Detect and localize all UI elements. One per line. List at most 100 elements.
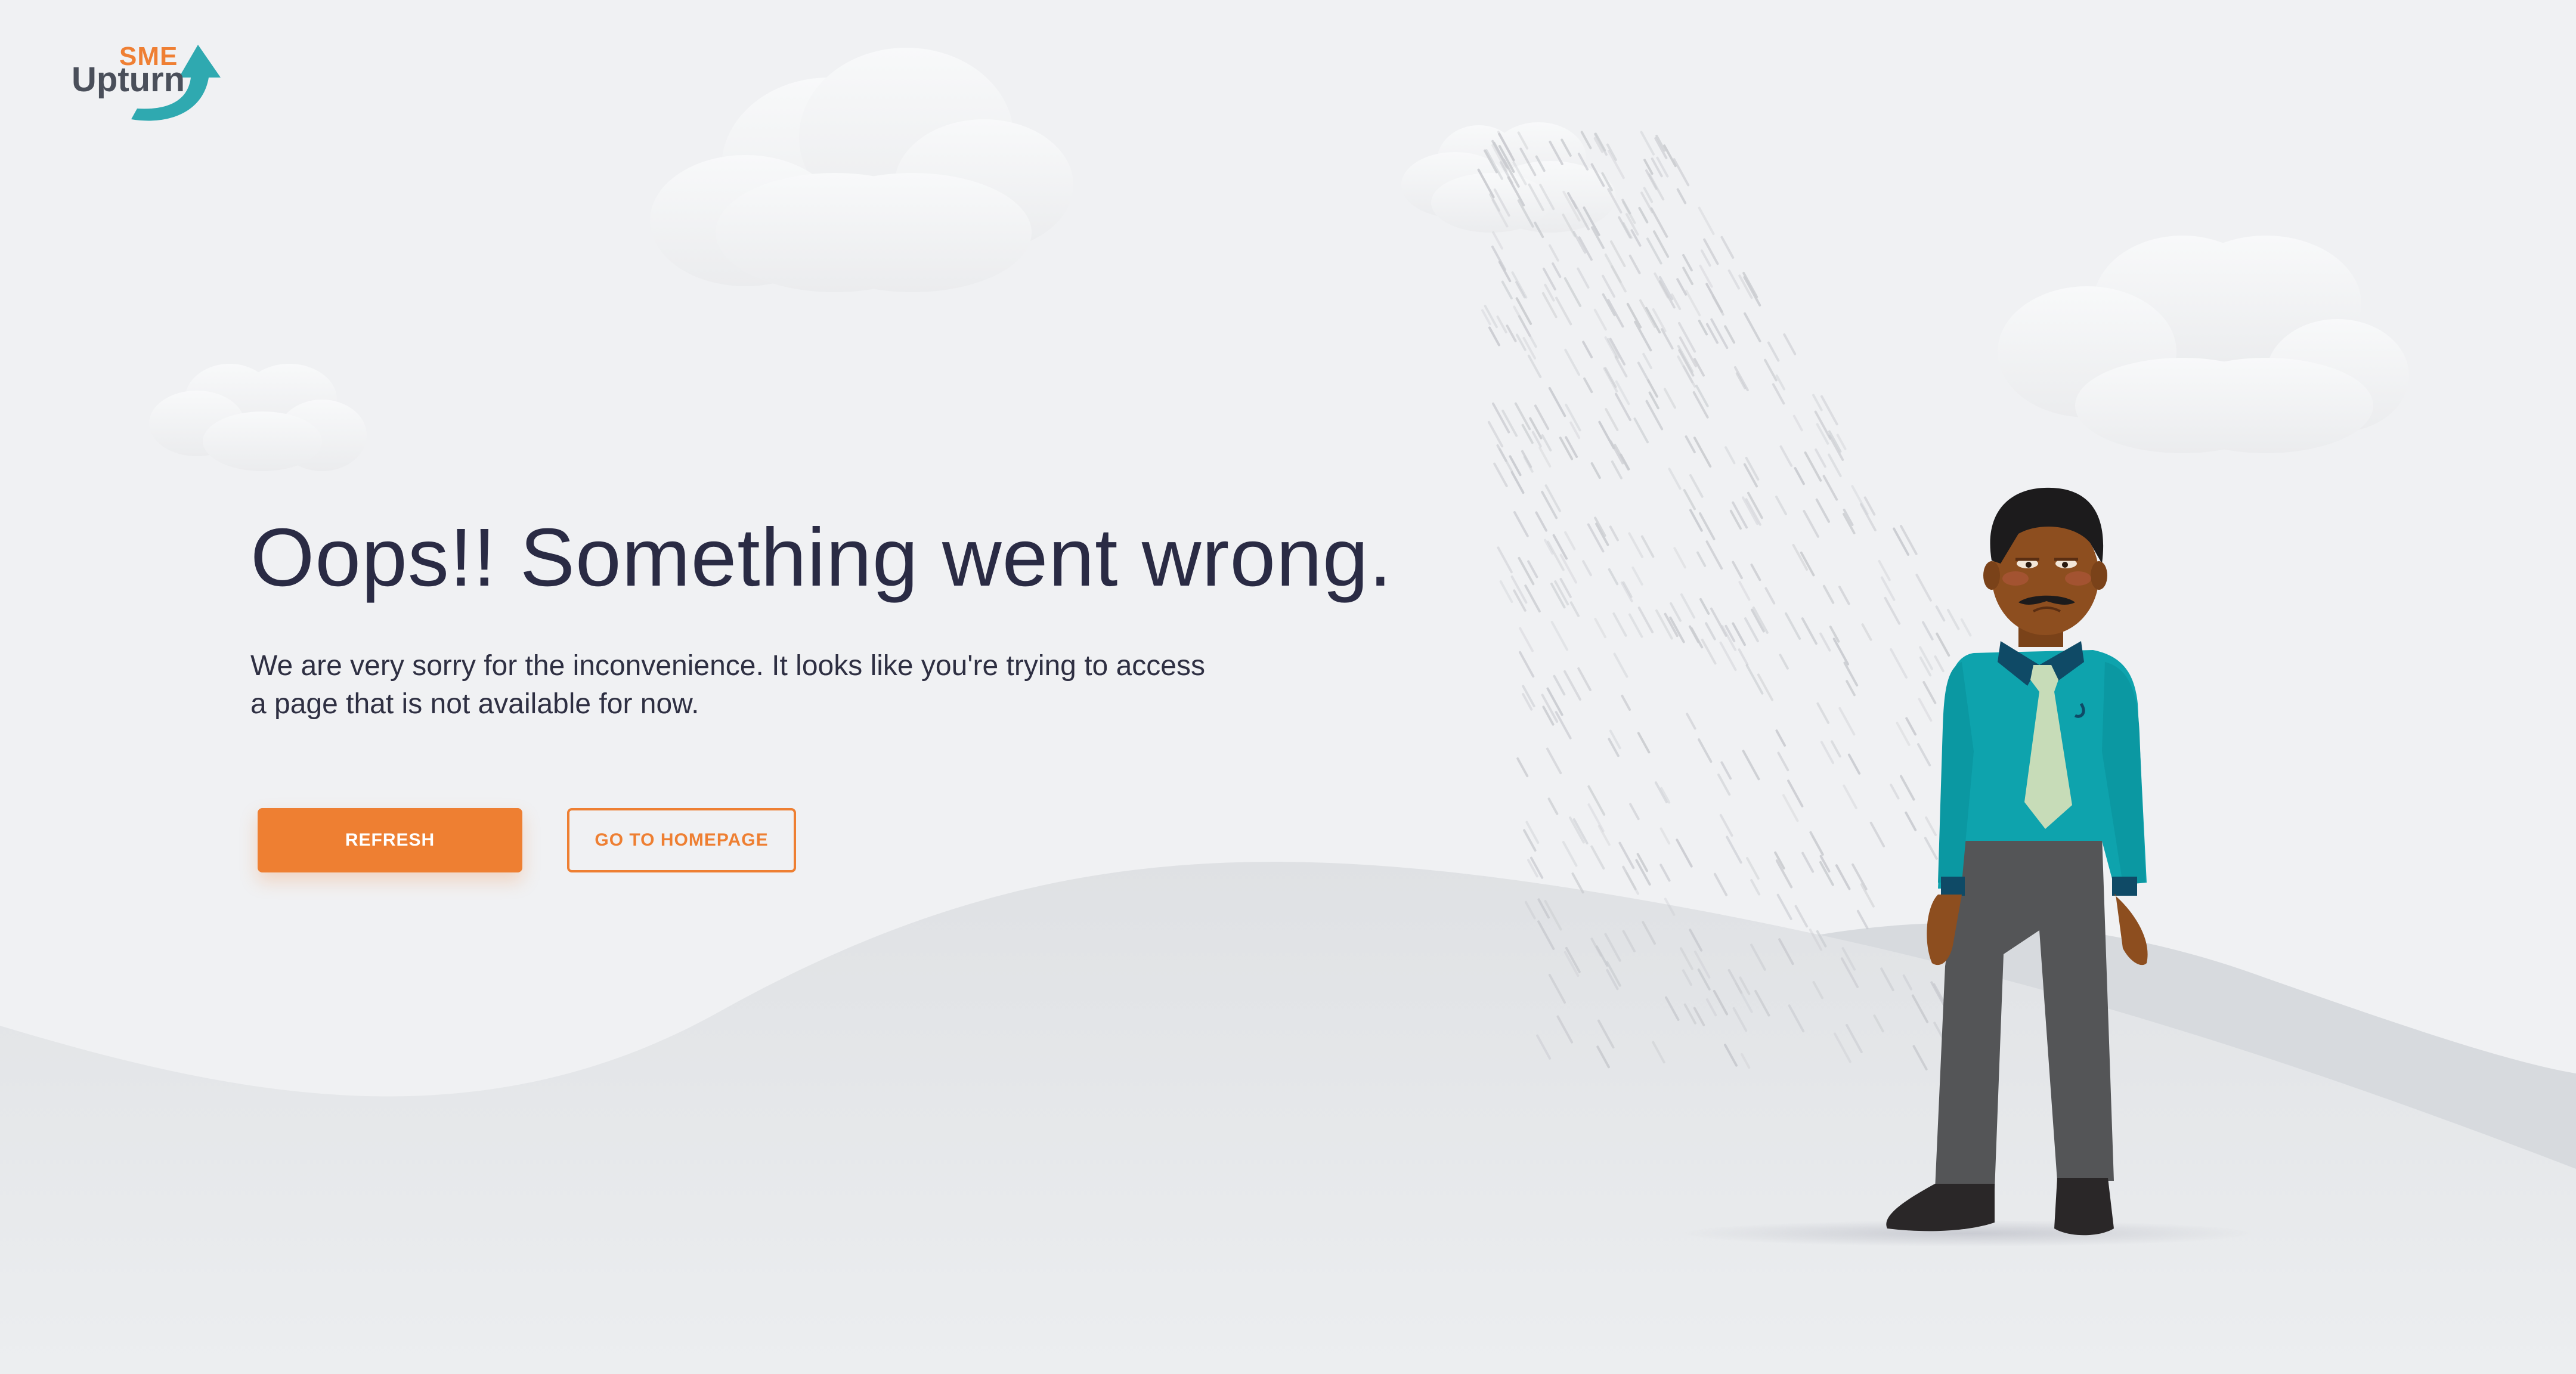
rain-drop: [1733, 366, 1749, 392]
rain-drop: [1614, 444, 1630, 471]
rain-drop: [1777, 751, 1789, 772]
rain-drop: [1655, 609, 1673, 640]
rain-drop: [1590, 845, 1605, 870]
rain-drop: [1922, 680, 1937, 704]
rain-drop: [1552, 262, 1562, 278]
rain-drop: [1893, 527, 1910, 556]
rain-drop: [1919, 656, 1932, 677]
rain-drop: [1742, 750, 1760, 781]
rain-drop: [1918, 698, 1933, 722]
rain-drop: [1811, 835, 1824, 856]
rain-drop: [1642, 352, 1653, 370]
rain-drop: [1828, 430, 1842, 453]
rain-drop: [1819, 632, 1831, 652]
rain-drop: [1519, 627, 1534, 652]
rain-drop: [1663, 388, 1676, 409]
rain-drop: [1822, 475, 1838, 501]
rain-drop: [1492, 231, 1503, 250]
rain-drop: [1846, 680, 1856, 697]
rain-drop: [1562, 841, 1578, 867]
rain-drop: [1738, 648, 1749, 666]
rain-drop: [1686, 713, 1696, 730]
brand-logo[interactable]: SME Upturn: [66, 42, 227, 131]
rain-drop: [1607, 150, 1625, 180]
rain-drop: [1546, 747, 1562, 775]
rain-drop: [1719, 813, 1733, 837]
rain-drop: [1935, 605, 1946, 622]
rain-drop: [1705, 622, 1716, 640]
rain-drop: [1524, 584, 1541, 613]
rain-drop: [1613, 652, 1628, 678]
rain-drop: [1541, 434, 1552, 452]
rain-drop: [1816, 423, 1829, 445]
refresh-button[interactable]: REFRESH: [258, 808, 522, 872]
rain-drop: [1549, 244, 1559, 262]
refresh-button-label: REFRESH: [345, 830, 435, 850]
rain-drop: [1776, 893, 1792, 920]
rain-drop: [1609, 525, 1619, 541]
rain-drop: [1750, 564, 1761, 581]
rain-drop: [1618, 841, 1635, 869]
rain-drop: [1577, 667, 1592, 691]
rain-drop: [1757, 673, 1774, 701]
rain-drop: [1626, 302, 1642, 329]
rain-drop: [1659, 827, 1671, 845]
rain-drop: [1491, 245, 1507, 271]
rain-drop: [1717, 773, 1731, 796]
cloud-icon: [1998, 236, 2409, 453]
rain-drop: [1538, 446, 1552, 468]
rain-drop: [1698, 512, 1716, 540]
rain-drop: [1501, 280, 1513, 300]
rain-drop: [1678, 321, 1696, 353]
rain-drop: [1916, 743, 1931, 767]
rain-drop: [1637, 361, 1651, 383]
rain-drop: [1593, 308, 1607, 331]
rain-drop: [1783, 333, 1797, 355]
rain-drop: [1496, 315, 1507, 334]
rain-drop: [1884, 596, 1901, 625]
rain-drop: [1534, 404, 1550, 431]
error-headline: Oops!! Something went wrong.: [250, 512, 1392, 604]
cloud-icon: [149, 364, 367, 471]
rain-drop: [1693, 437, 1712, 468]
rain-drop: [1705, 540, 1723, 570]
rain-drop: [1801, 617, 1818, 645]
rain-drop: [1631, 566, 1643, 586]
cloud-icon: [650, 48, 1073, 292]
rain-drop: [1750, 879, 1761, 896]
go-to-homepage-button-label: GO TO HOMEPAGE: [595, 830, 769, 850]
rain-drop: [1785, 612, 1801, 640]
rain-drop: [1597, 825, 1611, 846]
rain-drop: [1838, 586, 1850, 605]
rain-drop: [1654, 781, 1668, 803]
go-to-homepage-button[interactable]: GO TO HOMEPAGE: [567, 808, 796, 872]
rain-drop: [1541, 490, 1558, 519]
rain-drop: [1744, 312, 1761, 343]
rain-drop: [1727, 269, 1741, 290]
rain-drop: [1698, 206, 1715, 236]
rain-drop: [1741, 496, 1759, 525]
rain-drop: [1625, 871, 1640, 895]
rain-drop: [1688, 625, 1700, 643]
rain-drop: [1548, 386, 1566, 417]
rain-drop: [1488, 326, 1500, 346]
rain-drop: [1628, 532, 1644, 558]
rain-drop: [1861, 623, 1872, 641]
rain-drop: [1720, 761, 1732, 780]
rain-drop: [1563, 277, 1582, 307]
rain-drop: [1831, 740, 1841, 758]
rain-drop: [1513, 589, 1527, 612]
rain-drop: [1604, 367, 1617, 388]
rain-drop: [1815, 448, 1826, 468]
rain-drop: [1564, 531, 1576, 550]
rain-drop: [1608, 568, 1619, 586]
rain-drop: [1936, 632, 1950, 657]
rain-drop: [1582, 560, 1592, 577]
rain-drop: [1732, 501, 1748, 529]
rain-drop: [1775, 374, 1786, 391]
rain-drop: [1960, 618, 1972, 637]
rain-drop: [1516, 757, 1529, 778]
rain-drop: [1633, 417, 1649, 444]
rain-drop: [1767, 341, 1780, 362]
rain-drop: [1668, 468, 1682, 490]
